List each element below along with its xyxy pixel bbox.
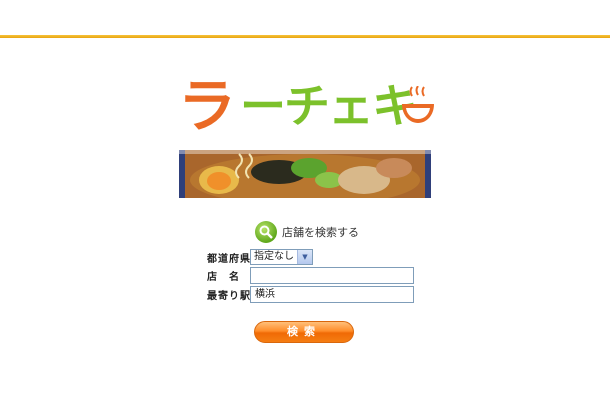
magnifier-icon <box>255 221 277 243</box>
top-divider <box>0 35 610 38</box>
logo-text: ーチェキ <box>240 79 418 133</box>
prefecture-select[interactable]: 指定なし ▼ <box>250 249 313 265</box>
shop-name-label: 店 名 <box>207 272 240 283</box>
nearest-station-input[interactable]: 横浜 <box>250 286 414 303</box>
search-heading-label: 店舗を検索する <box>282 226 359 239</box>
ramen-banner-image <box>179 150 431 198</box>
logo-ra: ラ <box>178 72 236 140</box>
nearest-station-label: 最寄り駅 <box>207 291 251 302</box>
ramen-bowl-icon <box>402 86 434 123</box>
search-button[interactable]: 検索 <box>254 321 354 343</box>
search-heading: 店舗を検索する <box>255 220 359 244</box>
site-logo[interactable]: ラ ーチェキ <box>178 72 434 140</box>
prefecture-label: 都道府県 <box>207 254 251 265</box>
prefecture-selected-value: 指定なし <box>254 251 294 262</box>
shop-name-input[interactable] <box>250 267 414 284</box>
chevron-down-icon[interactable]: ▼ <box>297 250 312 264</box>
